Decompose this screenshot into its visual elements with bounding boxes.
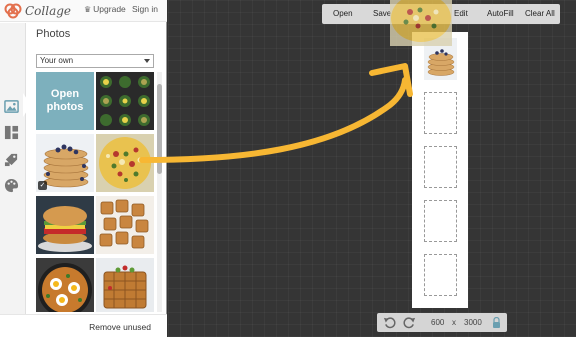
remove-unused-button[interactable]: Remove unused xyxy=(89,322,151,332)
left-sidebar: Collage ♛ Upgrade Sign in Photos Your ow… xyxy=(0,0,167,337)
rail-photos-button[interactable] xyxy=(2,97,21,116)
canvas-height-value[interactable]: 3000 xyxy=(464,318,482,327)
photo-scrollbar[interactable] xyxy=(157,72,162,312)
clear-all-button[interactable]: Clear All xyxy=(525,9,555,18)
redo-icon[interactable] xyxy=(403,316,416,329)
collage-canvas[interactable] xyxy=(412,32,468,308)
muffin-tin-photo xyxy=(96,72,154,130)
active-panel-indicator xyxy=(23,93,31,117)
photo-thumbnail[interactable]: ✓ xyxy=(36,134,94,192)
rail-palette-button[interactable] xyxy=(2,176,21,195)
french-toast-photo xyxy=(96,196,154,254)
waffle-photo xyxy=(96,258,154,312)
casserole-photo xyxy=(96,134,154,192)
used-check-icon: ✓ xyxy=(38,181,47,190)
sandwich-photo xyxy=(36,196,94,254)
autofill-button[interactable]: AutoFill xyxy=(487,9,514,18)
collage-slot-empty[interactable] xyxy=(424,200,457,242)
lock-icon[interactable] xyxy=(492,317,501,328)
egg-skillet-photo xyxy=(36,258,94,312)
tool-rail xyxy=(0,23,31,314)
open-button[interactable]: Open xyxy=(333,9,353,18)
photo-thumbnail[interactable] xyxy=(96,196,154,254)
scrollbar-thumb[interactable] xyxy=(157,84,162,174)
collage-slot-empty[interactable] xyxy=(424,254,457,296)
dimension-separator: x xyxy=(452,318,456,327)
app-logo[interactable]: Collage xyxy=(4,2,71,19)
palette-icon xyxy=(4,178,19,193)
photo-thumbnail[interactable] xyxy=(96,134,154,192)
open-photos-button[interactable]: Open photos xyxy=(36,72,94,130)
photo-source-value: Your own xyxy=(40,56,74,65)
rail-layout-button[interactable] xyxy=(2,123,21,142)
sidebar-footer: Remove unused xyxy=(0,314,167,337)
photo-grid: Open photos ✓ xyxy=(36,72,156,312)
photo-thumbnail[interactable] xyxy=(36,196,94,254)
collage-logo-icon xyxy=(4,3,22,19)
layout-icon xyxy=(4,125,19,140)
sign-in-link[interactable]: Sign in xyxy=(132,4,158,14)
photo-thumbnail[interactable] xyxy=(96,72,154,130)
photo-thumbnail[interactable] xyxy=(36,258,94,312)
app-name: Collage xyxy=(25,3,72,18)
stickers-icon xyxy=(4,153,18,167)
chevron-down-icon xyxy=(144,59,150,63)
photo-thumbnail[interactable] xyxy=(96,258,154,312)
crown-icon: ♛ xyxy=(84,4,92,14)
undo-icon[interactable] xyxy=(383,316,396,329)
collage-slot-empty[interactable] xyxy=(424,146,457,188)
upgrade-link[interactable]: ♛ Upgrade xyxy=(84,4,126,14)
casserole-ghost-photo xyxy=(390,0,452,46)
panel-title: Photos xyxy=(36,28,71,40)
canvas-width-value[interactable]: 600 xyxy=(431,318,444,327)
dragged-photo-ghost xyxy=(390,0,452,46)
save-button[interactable]: Save xyxy=(373,9,391,18)
collage-workspace[interactable] xyxy=(168,0,576,337)
collage-slot-empty[interactable] xyxy=(424,92,457,134)
top-bar: Collage ♛ Upgrade Sign in xyxy=(0,0,167,22)
canvas-size-bar: 600 x 3000 xyxy=(377,313,507,332)
photo-source-select[interactable]: Your own xyxy=(36,54,154,68)
edit-button[interactable]: Edit xyxy=(454,9,468,18)
upgrade-label: Upgrade xyxy=(93,4,126,14)
rail-stickers-button[interactable] xyxy=(2,150,21,169)
photos-icon xyxy=(4,100,19,113)
